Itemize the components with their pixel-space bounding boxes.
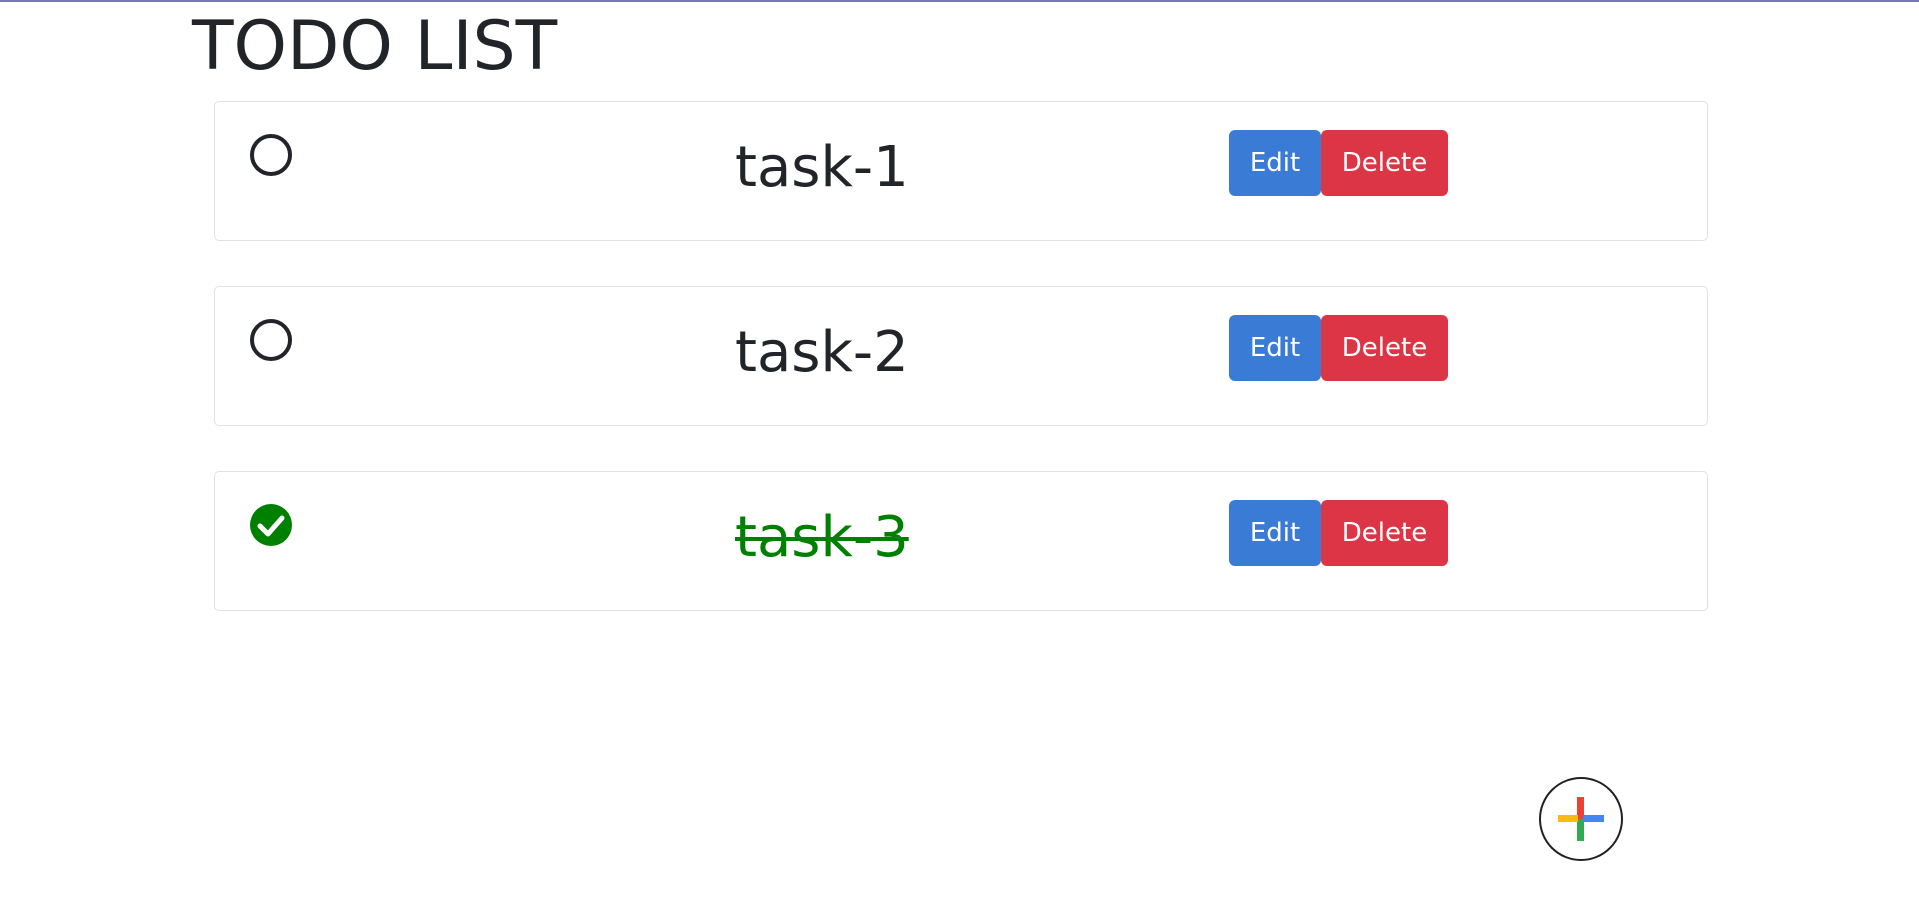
task-name: task-1	[735, 135, 909, 200]
unchecked-circle-icon[interactable]	[249, 318, 293, 362]
unchecked-circle-icon[interactable]	[249, 133, 293, 177]
edit-button[interactable]: Edit	[1229, 315, 1321, 381]
task-card: task-1 Edit Delete	[214, 101, 1708, 241]
task-card: task-2 Edit Delete	[214, 286, 1708, 426]
edit-button[interactable]: Edit	[1229, 500, 1321, 566]
delete-button[interactable]: Delete	[1321, 130, 1448, 196]
page-title: TODO LIST	[192, 7, 558, 86]
add-task-button[interactable]	[1539, 777, 1623, 861]
delete-button[interactable]: Delete	[1321, 315, 1448, 381]
delete-button[interactable]: Delete	[1321, 500, 1448, 566]
edit-button[interactable]: Edit	[1229, 130, 1321, 196]
task-name: task-3	[735, 505, 909, 570]
check-circle-icon[interactable]	[249, 503, 293, 547]
task-name: task-2	[735, 320, 909, 385]
plus-icon	[1558, 797, 1604, 841]
task-card: task-3 Edit Delete	[214, 471, 1708, 611]
